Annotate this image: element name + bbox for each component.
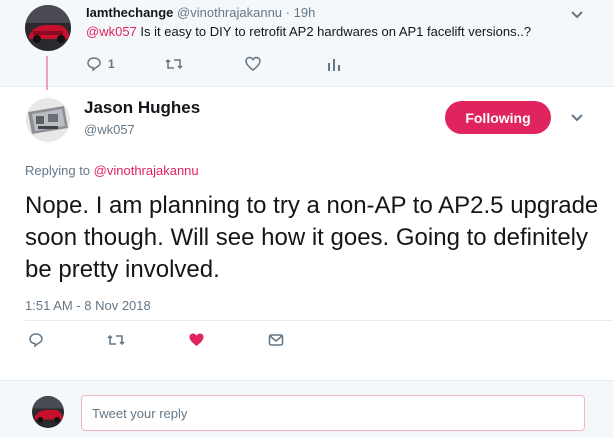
parent-retweet-button[interactable] — [165, 56, 183, 72]
reply-icon — [29, 333, 43, 348]
parent-tweet-text: @wk057 Is it easy to DIY to retrofit AP2… — [86, 24, 531, 39]
replying-to: Replying to @vinothrajakannu — [25, 163, 199, 178]
analytics-icon — [328, 59, 340, 71]
retweet-button[interactable] — [107, 332, 125, 348]
parent-reply-count: 1 — [108, 57, 115, 71]
parent-handle[interactable]: @vinothrajakannu — [177, 5, 282, 20]
reply-input[interactable] — [81, 395, 585, 431]
reply-icon — [87, 57, 101, 72]
thread-connector — [46, 56, 48, 90]
parent-avatar[interactable] — [25, 5, 71, 51]
current-user-avatar — [32, 396, 64, 428]
parent-reply-button[interactable]: 1 — [86, 56, 115, 72]
like-icon — [189, 333, 204, 346]
tweet-timestamp[interactable]: 1:51 AM - 8 Nov 2018 — [25, 298, 151, 313]
parent-header: Iamthechange @vinothrajakannu · 19h — [86, 5, 315, 20]
reply-composer — [0, 380, 613, 438]
parent-analytics-button[interactable] — [326, 56, 342, 72]
divider — [25, 320, 613, 321]
retweet-icon — [165, 58, 183, 70]
replying-prefix: Replying to — [25, 163, 94, 178]
parent-mention[interactable]: @wk057 — [86, 24, 137, 39]
parent-time[interactable]: 19h — [294, 5, 316, 20]
main-handle[interactable]: @wk057 — [84, 122, 135, 137]
main-display-name[interactable]: Jason Hughes — [84, 98, 200, 118]
message-icon — [268, 334, 284, 346]
parent-body: Is it easy to DIY to retrofit AP2 hardwa… — [136, 24, 532, 39]
parent-like-button[interactable] — [245, 56, 261, 72]
like-button[interactable] — [188, 332, 205, 348]
reply-button[interactable] — [28, 332, 44, 348]
chevron-down-icon[interactable] — [570, 10, 584, 20]
retweet-icon — [107, 334, 125, 346]
main-avatar[interactable] — [26, 98, 70, 142]
following-button[interactable]: Following — [445, 101, 551, 134]
main-tweet-text: Nope. I am planning to try a non-AP to A… — [25, 192, 599, 283]
replying-to-handle[interactable]: @vinothrajakannu — [94, 163, 199, 178]
parent-separator: · — [285, 5, 290, 20]
direct-message-button[interactable] — [268, 332, 284, 348]
parent-display-name[interactable]: Iamthechange — [86, 5, 173, 20]
like-icon — [245, 56, 261, 71]
parent-tweet[interactable]: Iamthechange @vinothrajakannu · 19h @wk0… — [0, 0, 613, 90]
chevron-down-icon[interactable] — [570, 113, 584, 123]
